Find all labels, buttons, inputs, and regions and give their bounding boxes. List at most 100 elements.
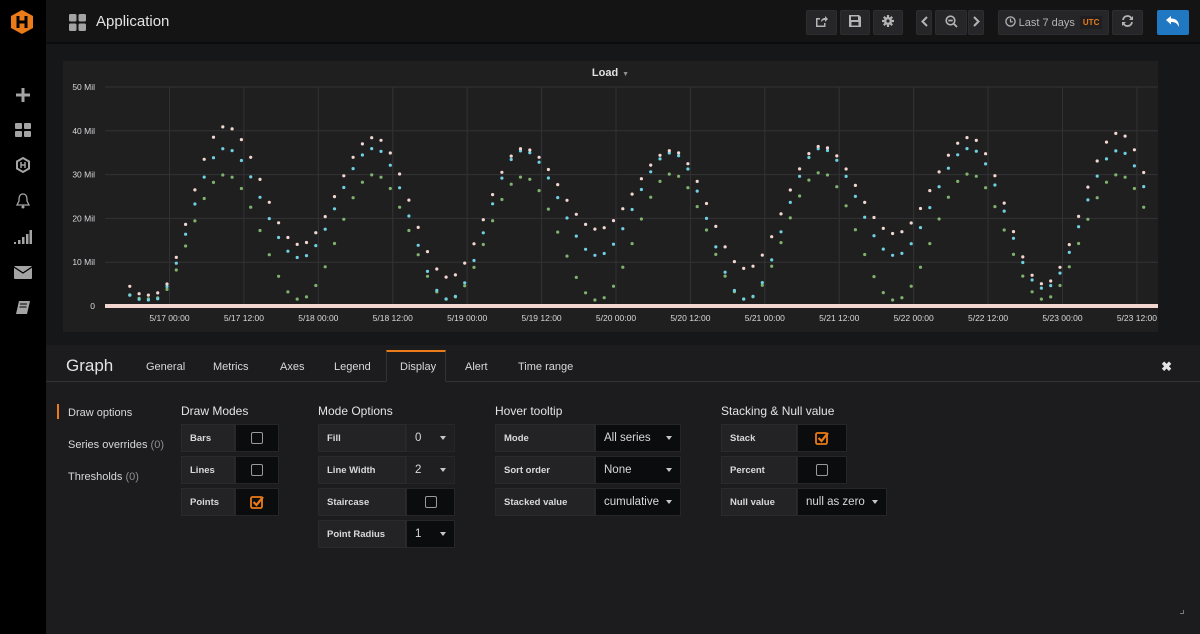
data-point-series-c bbox=[128, 284, 132, 288]
data-point-series-c bbox=[518, 147, 523, 151]
tab-metrics[interactable]: Metrics bbox=[200, 351, 261, 382]
data-point-series-a bbox=[1021, 274, 1025, 278]
panel-editor: Graph General Metrics Axes Legend Displa… bbox=[46, 345, 1200, 634]
data-point-series-c bbox=[491, 193, 495, 197]
data-point-series-b bbox=[965, 147, 969, 151]
sort-order-select[interactable]: None bbox=[595, 456, 681, 484]
data-point-series-a bbox=[667, 172, 671, 176]
data-point-series-c bbox=[649, 163, 653, 167]
nav-apps-hexagon-icon[interactable] bbox=[0, 150, 46, 180]
bars-row: Bars bbox=[181, 424, 279, 452]
grafana-logo-icon[interactable] bbox=[8, 8, 36, 36]
data-point-series-a bbox=[714, 252, 718, 256]
staircase-row: Staircase bbox=[318, 488, 455, 516]
data-point-series-a bbox=[593, 298, 597, 302]
close-editor-icon[interactable]: ✖ bbox=[1161, 359, 1172, 375]
tooltip-mode-select[interactable]: All series bbox=[595, 424, 681, 452]
refresh-button[interactable] bbox=[1112, 10, 1143, 35]
nav-dashboards-icon[interactable] bbox=[0, 115, 46, 145]
tab-general[interactable]: General bbox=[133, 351, 198, 382]
data-point-series-c bbox=[472, 242, 476, 246]
data-point-series-a bbox=[686, 186, 690, 190]
data-point-series-b bbox=[1011, 236, 1016, 240]
time-range-label: Last 7 days bbox=[1018, 16, 1075, 29]
data-point-series-c bbox=[360, 142, 364, 146]
lines-checkbox[interactable] bbox=[235, 456, 279, 484]
sidenav-draw-options[interactable]: Draw options bbox=[56, 404, 132, 419]
data-point-series-c bbox=[863, 200, 867, 204]
data-point-series-b bbox=[444, 297, 448, 301]
data-point-series-a bbox=[611, 284, 616, 288]
data-point-series-a bbox=[565, 254, 569, 258]
data-point-series-a bbox=[1039, 297, 1043, 301]
x-tick-label: 5/17 00:00 bbox=[149, 313, 189, 323]
time-picker-button[interactable]: Last 7 days UTC bbox=[998, 10, 1109, 35]
back-to-dashboard-button[interactable] bbox=[1157, 10, 1189, 35]
data-point-series-b bbox=[853, 194, 858, 198]
resize-handle-icon[interactable] bbox=[1180, 610, 1184, 614]
data-point-series-a bbox=[881, 291, 885, 295]
tab-alert[interactable]: Alert bbox=[452, 351, 501, 382]
time-forward-button[interactable] bbox=[968, 10, 984, 35]
stacked-value-label: Stacked value bbox=[495, 488, 595, 516]
nav-book-icon[interactable] bbox=[0, 293, 46, 323]
data-point-series-c bbox=[565, 198, 569, 202]
data-point-series-a bbox=[798, 194, 802, 198]
data-point-series-c bbox=[379, 138, 383, 142]
share-button[interactable] bbox=[806, 10, 837, 35]
nav-envelope-icon[interactable] bbox=[0, 257, 46, 287]
points-checkbox[interactable] bbox=[235, 488, 279, 516]
x-tick-label: 5/18 12:00 bbox=[373, 313, 413, 323]
data-point-series-b bbox=[639, 187, 644, 192]
stack-checkbox[interactable] bbox=[797, 424, 847, 452]
bars-checkbox[interactable] bbox=[235, 424, 279, 452]
dashboard-title[interactable]: Application bbox=[96, 13, 169, 30]
data-point-series-c bbox=[779, 212, 783, 216]
data-point-series-c bbox=[630, 192, 634, 196]
data-point-series-c bbox=[407, 198, 411, 202]
percent-checkbox[interactable] bbox=[797, 456, 847, 484]
null-value-select[interactable]: null as zero bbox=[797, 488, 887, 516]
data-point-series-c bbox=[667, 149, 671, 153]
point-radius-select[interactable]: 1 bbox=[406, 520, 455, 548]
data-point-series-a bbox=[863, 252, 867, 257]
data-point-series-c bbox=[230, 127, 234, 131]
line-width-select[interactable]: 2 bbox=[406, 456, 455, 484]
data-point-series-c bbox=[714, 224, 718, 228]
data-point-series-b bbox=[714, 245, 718, 249]
save-dashboard-button[interactable] bbox=[840, 10, 870, 35]
sidenav-series-overrides[interactable]: Series overrides (0) bbox=[68, 439, 164, 451]
tab-axes[interactable]: Axes bbox=[267, 351, 317, 382]
data-point-series-b bbox=[918, 226, 923, 230]
checkbox-empty-icon bbox=[424, 496, 437, 508]
nav-alerting-bell-icon[interactable] bbox=[0, 186, 46, 216]
data-point-series-b bbox=[211, 156, 216, 160]
share-icon bbox=[815, 15, 828, 30]
panel-title-menu[interactable]: Load ▼ bbox=[63, 67, 1158, 79]
data-point-series-a bbox=[184, 244, 188, 248]
nav-create-plus-icon[interactable] bbox=[0, 80, 46, 110]
chart[interactable]: 0 10 Mil 20 Mil 30 Mil 40 Mil 50 Mil 5/17 00:… bbox=[63, 61, 1158, 332]
point-radius-row: Point Radius 1 bbox=[318, 520, 455, 548]
settings-button[interactable] bbox=[873, 10, 903, 35]
zoom-out-button[interactable] bbox=[935, 10, 967, 35]
data-point-series-a bbox=[677, 174, 681, 178]
nav-signal-bars-icon[interactable] bbox=[0, 222, 46, 252]
data-point-series-c bbox=[1049, 279, 1053, 283]
sidenav-thresholds[interactable]: Thresholds (0) bbox=[68, 471, 139, 483]
data-point-series-c bbox=[593, 227, 597, 231]
data-point-series-b bbox=[723, 270, 727, 274]
data-point-series-b bbox=[500, 176, 504, 180]
time-back-button[interactable] bbox=[916, 10, 932, 35]
data-point-series-b bbox=[630, 207, 634, 212]
checkbox-checked-icon bbox=[815, 432, 829, 445]
data-point-series-c bbox=[574, 212, 578, 216]
staircase-checkbox[interactable] bbox=[406, 488, 455, 516]
tab-display[interactable]: Display bbox=[386, 350, 446, 382]
fill-select[interactable]: 0 bbox=[406, 424, 455, 452]
data-point-series-a bbox=[965, 172, 969, 176]
stacked-value-select[interactable]: cumulative bbox=[595, 488, 681, 516]
tooltip-mode-label: Mode bbox=[495, 424, 595, 452]
tab-time-range[interactable]: Time range bbox=[505, 351, 586, 382]
tab-legend[interactable]: Legend bbox=[321, 351, 384, 382]
